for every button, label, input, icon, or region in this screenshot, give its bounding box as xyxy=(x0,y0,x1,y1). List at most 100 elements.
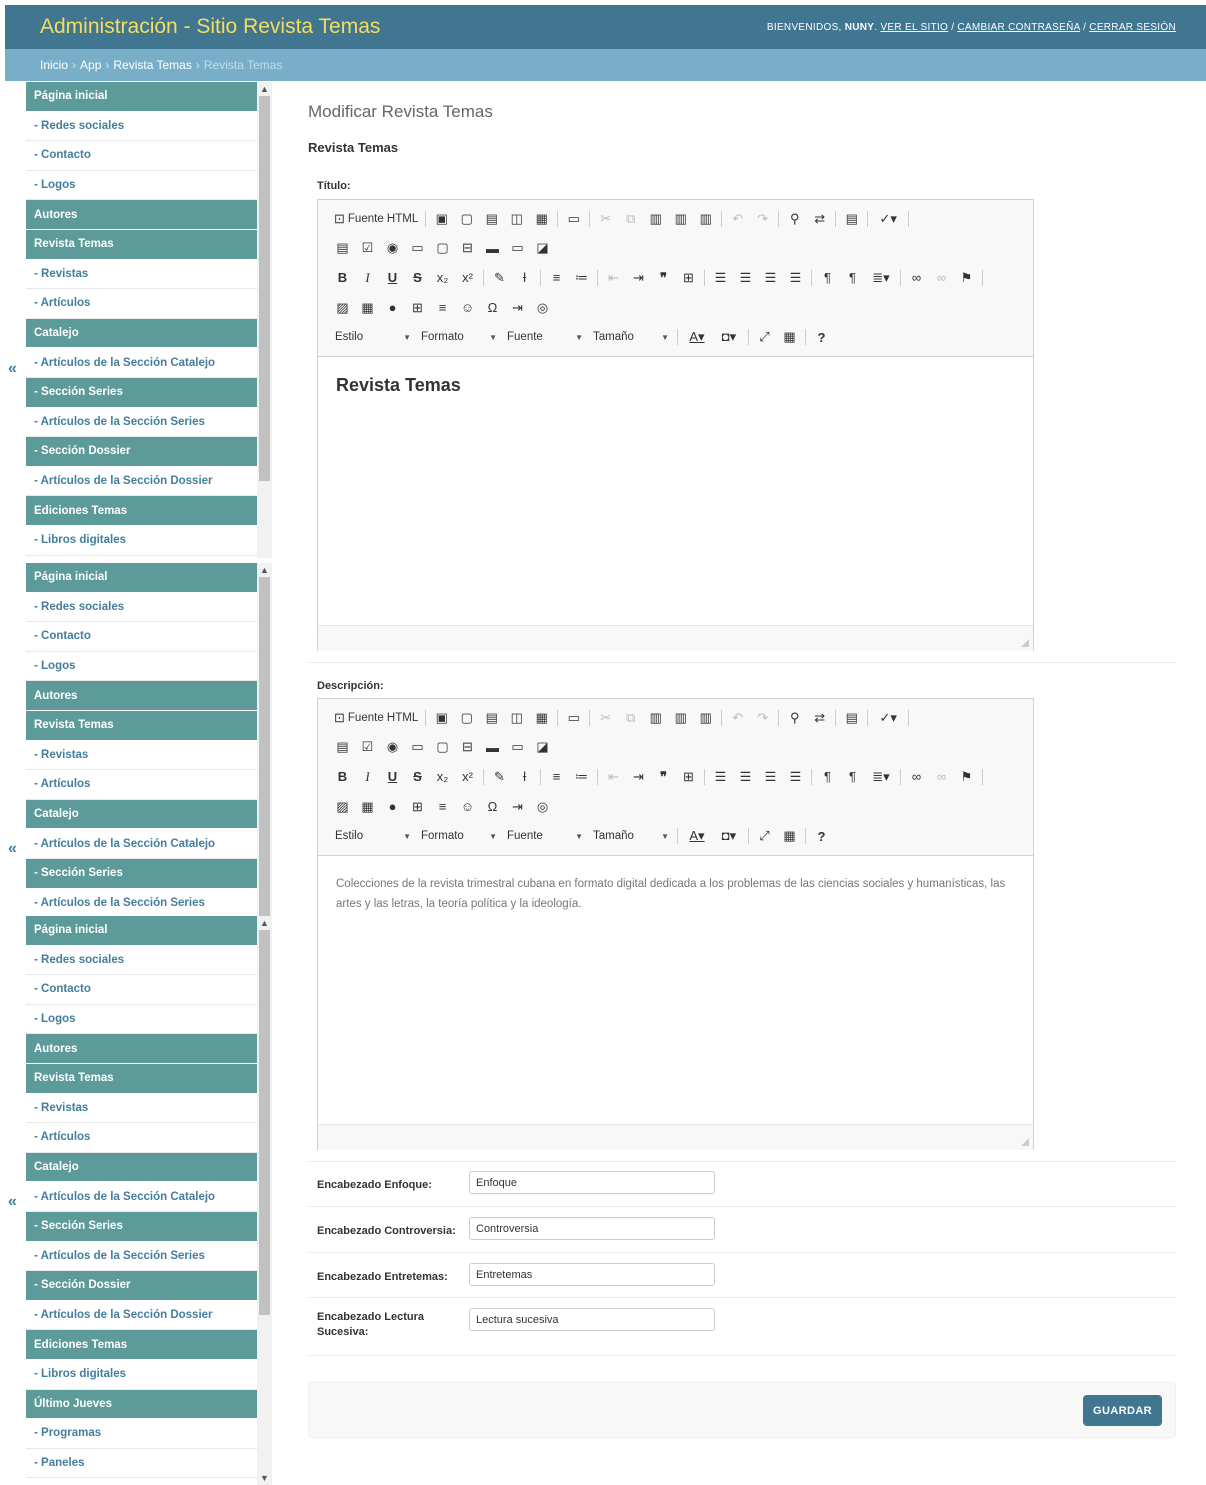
special-char-icon[interactable]: Ω xyxy=(480,796,505,818)
paste-word-icon[interactable]: ▥ xyxy=(693,707,718,729)
unlink-icon[interactable]: ∞ xyxy=(929,766,954,788)
flash-alt-icon[interactable]: ● xyxy=(380,796,405,818)
form-icon[interactable]: ▤ xyxy=(330,237,355,259)
sidebar-item[interactable]: - Sección Series xyxy=(26,377,257,408)
sidebar-item[interactable]: - Contacto xyxy=(26,975,257,1005)
sidebar-item[interactable]: - Logos xyxy=(26,651,257,682)
bg-color-icon[interactable]: ◘▾ xyxy=(713,326,745,348)
help-icon[interactable]: ? xyxy=(809,825,834,847)
sidebar-toggle-button[interactable]: « xyxy=(8,840,17,858)
sidebar-item[interactable]: Último Jueves xyxy=(26,1389,257,1420)
copy-format-icon[interactable]: ✎ xyxy=(487,766,512,788)
textfield-icon[interactable]: ▭ xyxy=(405,237,430,259)
bold-icon[interactable]: B xyxy=(330,766,355,788)
link-icon[interactable]: ∞ xyxy=(904,267,929,289)
maximize-icon[interactable]: ⤢ xyxy=(752,326,777,348)
resize-grip-icon[interactable] xyxy=(1021,639,1029,647)
textarea-icon[interactable]: ▢ xyxy=(430,736,455,758)
breadcrumb-home[interactable]: Inicio xyxy=(40,58,68,72)
ltr-icon[interactable]: ¶ xyxy=(815,267,840,289)
save-icon[interactable]: ▣ xyxy=(429,208,454,230)
sidebar-item[interactable]: - Logos xyxy=(26,170,257,201)
export-pdf-icon[interactable]: ▤ xyxy=(479,707,504,729)
button-icon[interactable]: ▬ xyxy=(480,736,505,758)
sidebar-item[interactable]: - Artículos de la Sección Dossier xyxy=(26,466,257,497)
flash-icon[interactable]: ▦ xyxy=(355,796,380,818)
cut-icon[interactable]: ✂ xyxy=(593,208,618,230)
sidebar-toggle-button[interactable]: « xyxy=(8,1193,17,1211)
align-left-icon[interactable]: ☰ xyxy=(708,766,733,788)
new-page-icon[interactable]: ▢ xyxy=(454,707,479,729)
sidebar-item[interactable]: - Libros digitales xyxy=(26,525,257,556)
sidebar-item[interactable]: - Sección Dossier xyxy=(26,1271,257,1301)
templates-icon[interactable]: ▭ xyxy=(561,707,586,729)
sidebar-toggle-button[interactable]: « xyxy=(8,360,17,378)
ltr-icon[interactable]: ¶ xyxy=(815,766,840,788)
remove-format-icon[interactable]: Ɨ xyxy=(512,766,537,788)
table-icon[interactable]: ⊞ xyxy=(405,796,430,818)
view-site-link[interactable]: VER EL SITIO xyxy=(880,22,948,33)
align-right-icon[interactable]: ☰ xyxy=(758,267,783,289)
sidebar-scrollbar[interactable]: ▲ xyxy=(257,82,272,558)
language-icon[interactable]: ≣▾ xyxy=(865,267,897,289)
rtl-icon[interactable]: ¶ xyxy=(840,267,865,289)
blockquote-icon[interactable]: ❞ xyxy=(651,267,676,289)
sidebar-item[interactable]: - Libros digitales xyxy=(26,1359,257,1390)
sidebar-item[interactable]: - Redes sociales xyxy=(26,111,257,142)
redo-icon[interactable]: ↷ xyxy=(750,707,775,729)
sidebar-item[interactable]: - Contacto xyxy=(26,141,257,171)
copy-format-icon[interactable]: ✎ xyxy=(487,267,512,289)
horizontal-line-icon[interactable]: ≡ xyxy=(430,297,455,319)
paste-icon[interactable]: ▥ xyxy=(643,208,668,230)
bulleted-list-icon[interactable]: ≔ xyxy=(569,267,594,289)
replace-icon[interactable]: ⇄ xyxy=(807,707,832,729)
image-button-icon[interactable]: ▭ xyxy=(505,736,530,758)
change-password-link[interactable]: CAMBIAR CONTRASEÑA xyxy=(957,22,1080,33)
sidebar-item[interactable]: Página inicial xyxy=(26,916,257,946)
button-icon[interactable]: ▬ xyxy=(480,237,505,259)
sidebar-item[interactable]: - Artículos de la Sección Series xyxy=(26,407,257,438)
logout-link[interactable]: CERRAR SESIÓN xyxy=(1089,22,1176,33)
bulleted-list-icon[interactable]: ≔ xyxy=(569,766,594,788)
flash-alt-icon[interactable]: ● xyxy=(380,297,405,319)
superscript-icon[interactable]: x² xyxy=(455,766,480,788)
save-button[interactable]: GUARDAR xyxy=(1083,1395,1162,1426)
horizontal-line-icon[interactable]: ≡ xyxy=(430,796,455,818)
align-justify-icon[interactable]: ☰ xyxy=(783,766,808,788)
sidebar-item[interactable]: - Artículos de la Sección Catalejo xyxy=(26,829,257,859)
image-icon[interactable]: ▨ xyxy=(330,796,355,818)
sidebar-item[interactable]: Página inicial xyxy=(26,82,257,112)
sidebar-item[interactable]: - Paneles xyxy=(26,1448,257,1479)
superscript-icon[interactable]: x² xyxy=(455,267,480,289)
print-icon[interactable]: ▦ xyxy=(529,208,554,230)
checkbox-icon[interactable]: ☑ xyxy=(355,736,380,758)
scroll-up-icon[interactable]: ▲ xyxy=(257,916,272,930)
form-icon[interactable]: ▤ xyxy=(330,736,355,758)
sidebar-item[interactable]: - Artículos de la Sección Series xyxy=(26,1241,257,1272)
hidden-field-icon[interactable]: ◪ xyxy=(530,237,555,259)
remove-format-icon[interactable]: Ɨ xyxy=(512,267,537,289)
anchor-flag-icon[interactable]: ⚑ xyxy=(954,267,979,289)
size-combo[interactable]: Tamaño ▼ xyxy=(588,825,674,847)
sidebar-item[interactable]: - Revistas xyxy=(26,1093,257,1124)
sidebar-item[interactable]: - Artículos de la Sección Dossier xyxy=(26,1300,257,1331)
page-break-icon[interactable]: ⇥ xyxy=(505,796,530,818)
size-combo[interactable]: Tamaño ▼ xyxy=(588,326,674,348)
smiley-icon[interactable]: ☺ xyxy=(455,796,480,818)
checkbox-icon[interactable]: ☑ xyxy=(355,237,380,259)
paste-text-icon[interactable]: ▥ xyxy=(668,707,693,729)
export-pdf-icon[interactable]: ▤ xyxy=(479,208,504,230)
text-color-icon[interactable]: A▾ xyxy=(681,326,713,348)
sidebar-item[interactable]: Página inicial xyxy=(26,563,257,593)
select-icon[interactable]: ⊟ xyxy=(455,736,480,758)
blockquote-icon[interactable]: ❞ xyxy=(651,766,676,788)
new-page-icon[interactable]: ▢ xyxy=(454,208,479,230)
style-combo[interactable]: Estilo ▼ xyxy=(330,326,416,348)
templates-icon[interactable]: ▭ xyxy=(561,208,586,230)
flash-icon[interactable]: ▦ xyxy=(355,297,380,319)
smiley-icon[interactable]: ☺ xyxy=(455,297,480,319)
anchor-flag-icon[interactable]: ⚑ xyxy=(954,766,979,788)
textarea-icon[interactable]: ▢ xyxy=(430,237,455,259)
sidebar-item[interactable]: - Sección Series xyxy=(26,858,257,889)
sidebar-item[interactable]: Autores xyxy=(26,681,257,711)
